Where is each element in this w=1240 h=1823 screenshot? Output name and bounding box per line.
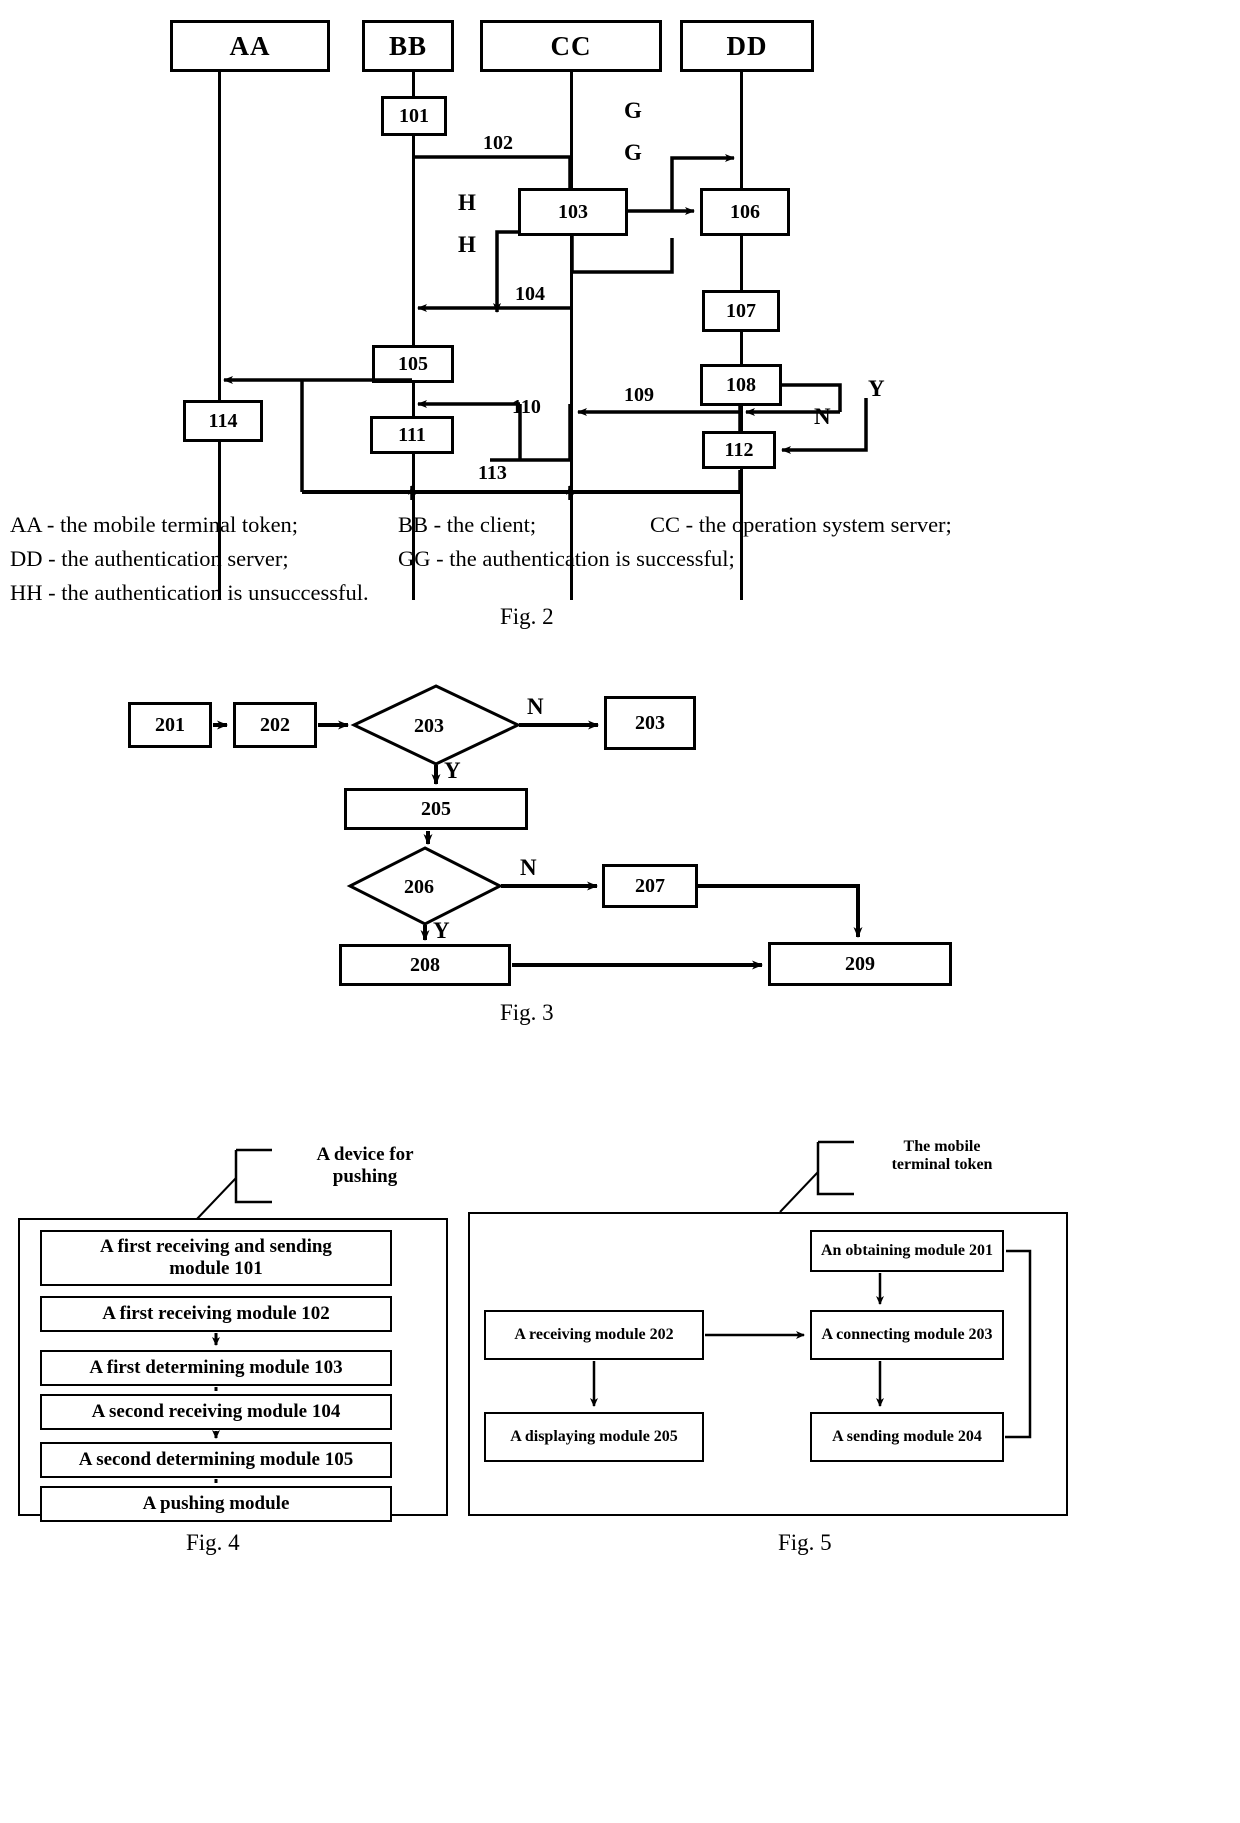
legend-line-hh: HH - the authentication is unsuccessful. [10,580,369,605]
legend-line-dd: DD - the authentication server; [10,546,289,571]
node-206-label: 206 [404,876,434,898]
figure-5-caption: Fig. 5 [778,1530,832,1555]
branch-label-h-1: H [458,190,476,215]
figure-3-caption: Fig. 3 [500,1000,554,1025]
figure3-connectors [213,684,863,970]
figure3-branch-n-206: N [520,855,537,880]
patent-drawing-sheet: AA BB CC DD 101 103 106 107 108 105 114 … [0,0,1240,1823]
figure-2: AA BB CC DD 101 103 106 107 108 105 114 … [0,0,1240,640]
legend-line-cc: CC - the operation system server; [650,512,952,537]
edge-label-109: 109 [624,384,654,406]
legend-line-bb: BB - the client; [398,512,537,537]
edge-label-113: 113 [478,462,507,484]
branch-label-y: Y [868,376,885,401]
edge-label-110: 110 [512,396,541,418]
legend-line-aa: AA - the mobile terminal token; [10,512,299,537]
branch-label-n: N [814,404,831,429]
branch-label-g-1: G [624,98,642,123]
branch-label-g-2: G [624,140,642,165]
figure3-branch-y-206: Y [433,918,450,943]
figure-2-caption: Fig. 2 [500,604,554,629]
figure4-connectors [212,1333,220,1483]
figure-4: A device for pushing A first receiving an… [0,1130,470,1820]
figure3-branch-y-203: Y [444,758,461,783]
figure2-connectors [223,154,868,500]
legend-line-gg: GG - the authentication is successful; [398,546,735,571]
edge-label-102: 102 [483,132,513,154]
node-203-label: 203 [414,715,444,737]
figure5-connectors [590,1249,1032,1439]
edge-label-104: 104 [515,283,545,305]
branch-label-h-2: H [458,232,476,257]
figure-4-caption: Fig. 4 [186,1530,240,1555]
figure3-branch-n-203: N [527,694,544,719]
figure-5: The mobile terminal token An obtaining mo… [460,1130,1240,1820]
figure-3: 201 202 203 205 207 208 209 203 206 N Y … [0,680,1240,1040]
